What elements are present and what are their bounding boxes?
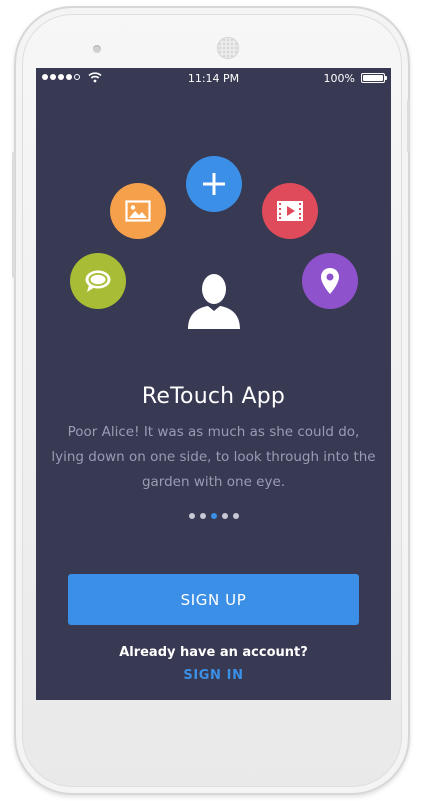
status-bar: 11:14 PM 100%	[36, 68, 391, 88]
user-avatar-icon	[188, 274, 240, 329]
chat-feature-button[interactable]	[70, 253, 126, 309]
app-description: Poor Alice! It was as much as she could …	[51, 424, 376, 490]
app-screen: 11:14 PM 100% ReTouch App Poor Alice! It…	[36, 68, 391, 700]
pager-dot[interactable]	[199, 513, 206, 519]
volume-button	[12, 152, 15, 278]
have-account-text: Already have an account?	[119, 645, 308, 660]
earpiece-speaker-icon	[217, 37, 239, 59]
plus-icon	[203, 173, 225, 195]
pager-dot[interactable]	[232, 513, 239, 519]
add-feature-button[interactable]	[186, 156, 242, 212]
location-pin-icon	[321, 268, 339, 294]
pager-dot[interactable]	[221, 513, 228, 519]
front-camera-icon	[93, 45, 101, 53]
battery-percent: 100%	[323, 72, 355, 85]
chat-bubble-icon	[85, 270, 111, 292]
pager-dots	[36, 513, 391, 519]
pager-dot[interactable]	[188, 513, 195, 519]
sign-up-button[interactable]: SIGN UP	[68, 574, 359, 625]
sign-in-link[interactable]: SIGN IN	[36, 668, 391, 683]
video-play-icon	[277, 201, 303, 221]
video-feature-button[interactable]	[262, 183, 318, 239]
battery-icon	[361, 73, 387, 83]
image-icon	[125, 200, 151, 222]
pager-dot-active[interactable]	[210, 513, 217, 519]
gallery-feature-button[interactable]	[110, 183, 166, 239]
location-feature-button[interactable]	[302, 253, 358, 309]
power-button	[407, 100, 410, 152]
app-title: ReTouch App	[141, 384, 286, 409]
